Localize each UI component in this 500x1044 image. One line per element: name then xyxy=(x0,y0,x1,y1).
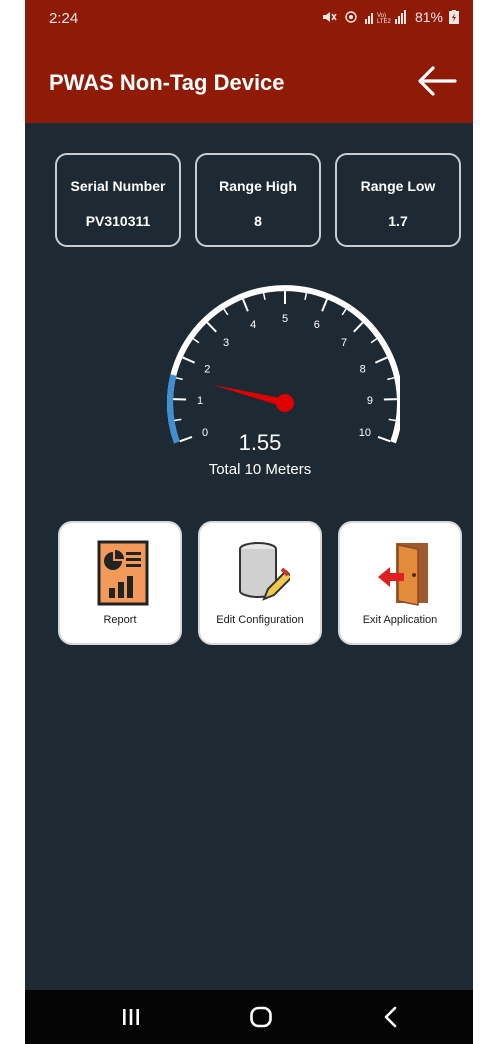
gauge-tick xyxy=(304,292,308,301)
gauge-tick xyxy=(174,418,182,422)
home-icon xyxy=(250,1006,272,1028)
gauge-tick xyxy=(206,321,217,333)
exit-door-icon xyxy=(378,543,428,606)
svg-text:LTE2: LTE2 xyxy=(377,19,392,24)
gauge-progress-arc xyxy=(167,374,180,444)
level-gauge: 0 1 2 3 4 5 6 7 8 9 10 1.55 Total 10 Meters xyxy=(167,285,400,478)
gauge-tick xyxy=(321,298,328,312)
report-chart-icon xyxy=(97,540,149,606)
edit-configuration-button[interactable]: Edit Configuration xyxy=(198,521,322,645)
gauge-tick xyxy=(388,418,396,422)
edit-configuration-label: Edit Configuration xyxy=(216,614,304,626)
exit-application-button[interactable]: Exit Application xyxy=(338,521,462,645)
page-title: PWAS Non-Tag Device xyxy=(49,70,285,95)
range-high-label: Range High xyxy=(219,178,297,194)
status-bar: 2:24 Vo) LTE2 81% xyxy=(25,0,473,37)
gauge-tick-label: 0 xyxy=(202,427,208,439)
range-high-card: Range High 8 xyxy=(195,153,321,247)
battery-percent: 81% xyxy=(414,9,443,25)
gauge-tick xyxy=(374,356,388,364)
recent-apps-button[interactable] xyxy=(111,1002,151,1032)
range-low-card: Range Low 1.7 xyxy=(335,153,461,247)
gauge-tick-label: 5 xyxy=(282,313,288,325)
chevron-left-icon xyxy=(384,1006,397,1028)
gauge-tick xyxy=(175,377,183,381)
gauge-tick xyxy=(387,377,395,381)
gauge-tick xyxy=(353,321,364,333)
report-button[interactable]: Report xyxy=(58,521,182,645)
signal-icon: Vo) LTE2 xyxy=(364,10,406,24)
database-edit-icon xyxy=(239,542,290,601)
mute-icon xyxy=(322,12,337,22)
gauge-tick-labels: 0 1 2 3 4 5 6 7 8 9 10 xyxy=(197,313,373,439)
exit-application-label: Exit Application xyxy=(362,614,438,626)
gauge-tick xyxy=(262,292,266,301)
gauge-tick xyxy=(370,338,378,344)
gauge-needle-hub xyxy=(276,394,294,412)
gauge-value: 1.55 xyxy=(239,430,282,455)
serial-number-value: PV310311 xyxy=(85,213,151,229)
gauge-tick-label: 4 xyxy=(250,319,256,331)
gauge-tick-label: 7 xyxy=(341,337,347,349)
battery-icon xyxy=(449,10,459,24)
gauge-tick xyxy=(182,356,196,364)
gauge-tick-label: 8 xyxy=(360,363,366,375)
app-screen: 2:24 Vo) LTE2 81% PWAS Non-Tag Device Se… xyxy=(25,0,473,1044)
recent-apps-icon xyxy=(123,1009,139,1025)
gauge-needle xyxy=(212,384,286,407)
serial-number-card: Serial Number PV310311 xyxy=(55,153,181,247)
gauge-tick xyxy=(377,435,391,443)
gauge-tick xyxy=(341,308,347,316)
arrow-left-icon xyxy=(418,66,457,96)
status-time: 2:24 xyxy=(49,10,79,27)
range-low-value: 1.7 xyxy=(388,213,408,229)
gauge-tick-label: 2 xyxy=(204,363,210,375)
gauge-tick xyxy=(223,308,229,316)
range-low-label: Range Low xyxy=(360,178,436,194)
gauge-tick-label: 3 xyxy=(223,337,229,349)
hotspot-icon xyxy=(345,11,357,23)
gauge-tick-label: 9 xyxy=(367,395,373,407)
gauge-tick xyxy=(179,435,193,443)
app-bar: PWAS Non-Tag Device xyxy=(25,37,473,123)
system-nav-bar xyxy=(25,990,473,1044)
gauge-tick-label: 10 xyxy=(359,427,371,439)
home-button[interactable] xyxy=(241,1002,281,1032)
gauge-tick xyxy=(242,298,249,312)
report-label: Report xyxy=(103,614,137,626)
gauge-tick xyxy=(192,338,200,344)
back-nav-button[interactable] xyxy=(371,1002,411,1032)
status-icons: Vo) LTE2 81% xyxy=(321,9,459,25)
gauge-tick-label: 1 xyxy=(197,395,203,407)
range-high-value: 8 xyxy=(254,213,262,229)
back-button[interactable] xyxy=(415,63,459,99)
gauge-caption: Total 10 Meters xyxy=(209,461,312,478)
gauge-tick-label: 6 xyxy=(314,319,320,331)
serial-number-label: Serial Number xyxy=(70,178,166,194)
